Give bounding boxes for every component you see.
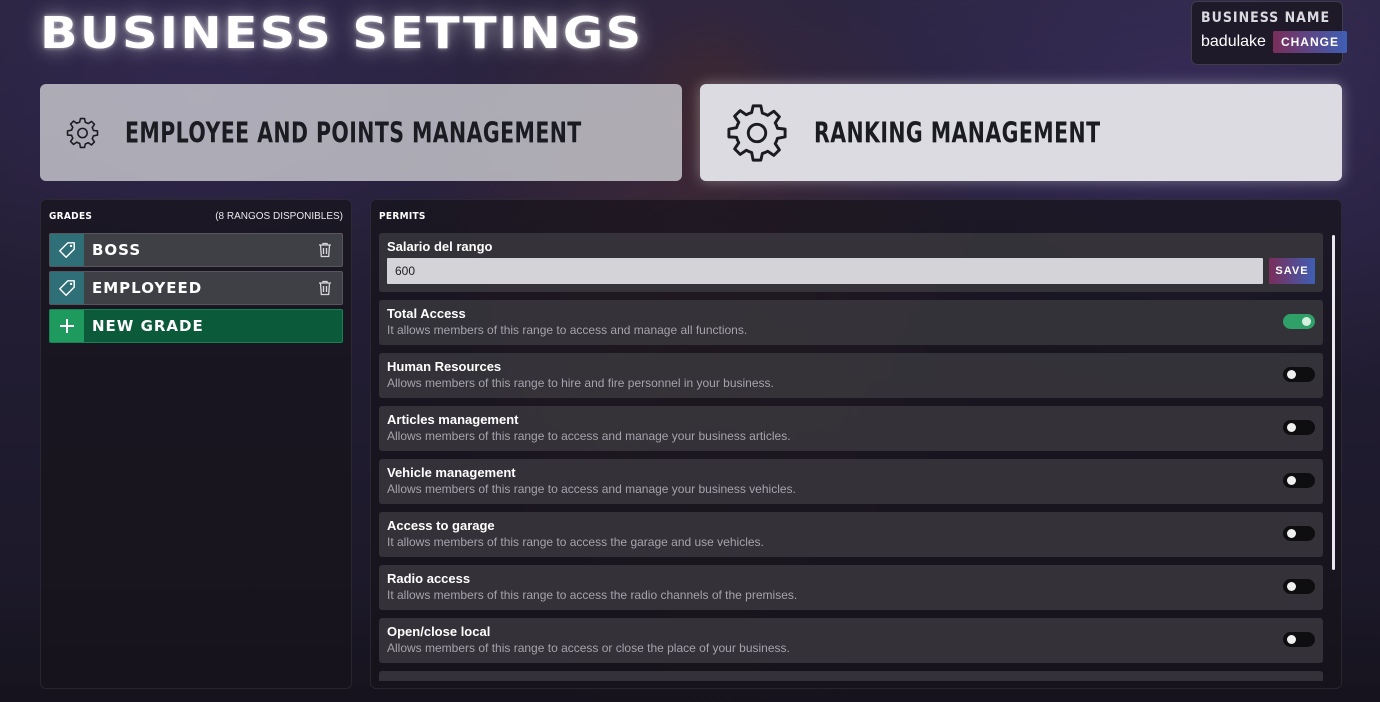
permit-title: Articles management <box>387 412 519 427</box>
permits-title: Permits <box>379 210 426 222</box>
permit-description: It allows members of this range to acces… <box>387 535 764 549</box>
grades-count: (8 rangos disponibles) <box>215 210 343 222</box>
tag-icon <box>50 272 84 304</box>
permit-title: Human Resources <box>387 359 502 374</box>
tab-employee-points[interactable]: Employee and points management <box>40 84 682 181</box>
trash-icon[interactable] <box>308 280 342 296</box>
salary-label: Salario del rango <box>387 239 493 254</box>
permit-description: Allows members of this range to access o… <box>387 641 790 655</box>
permit-toggle[interactable] <box>1283 473 1315 488</box>
change-button[interactable]: Change <box>1272 31 1347 53</box>
permit-toggle[interactable] <box>1283 579 1315 594</box>
permit-total-access: Total Access It allows members of this r… <box>379 300 1323 345</box>
business-name-value: badulake <box>1201 33 1266 50</box>
toggle-knob <box>1287 370 1296 379</box>
permit-access-garage: Access to garage It allows members of th… <box>379 512 1323 557</box>
permit-title: Vehicle management <box>387 465 516 480</box>
grade-item-boss[interactable]: Boss <box>49 233 343 267</box>
permit-toggle[interactable] <box>1283 632 1315 647</box>
salary-row: Salario del rango Save <box>379 233 1323 292</box>
grades-panel: Grades (8 rangos disponibles) Boss Emplo… <box>40 199 352 689</box>
save-button[interactable]: Save <box>1269 258 1315 284</box>
permits-panel: Permits Salario del rango Save Total Acc… <box>370 199 1342 689</box>
permit-toggle[interactable] <box>1283 420 1315 435</box>
grade-item-label: Boss <box>92 241 142 259</box>
tab-employee-points-label: Employee and points management <box>125 115 582 150</box>
permit-articles-management: Articles management Allows members of th… <box>379 406 1323 451</box>
permit-toggle[interactable] <box>1283 367 1315 382</box>
permit-open-close-local: Open/close local Allows members of this … <box>379 618 1323 663</box>
permit-description: It allows members of this range to acces… <box>387 323 748 337</box>
grade-item-label: Employeed <box>92 279 203 297</box>
grade-item-employeed[interactable]: Employeed <box>49 271 343 305</box>
permit-title: Radio access <box>387 571 471 586</box>
permit-vehicle-management: Vehicle management Allows members of thi… <box>379 459 1323 504</box>
business-name-card: Business name badulake Change <box>1191 1 1347 65</box>
trash-icon[interactable] <box>308 242 342 258</box>
permit-radio-access: Radio access It allows members of this r… <box>379 565 1323 610</box>
plus-icon <box>50 310 84 342</box>
tab-ranking-label: Ranking management <box>814 115 1101 150</box>
toggle-knob <box>1302 317 1311 326</box>
permit-title: Access to garage <box>387 518 495 533</box>
permit-description: Allows members of this range to access a… <box>387 482 796 496</box>
salary-input[interactable] <box>387 258 1263 284</box>
toggle-knob <box>1287 476 1296 485</box>
gear-icon <box>66 117 99 148</box>
permit-description: Allows members of this range to hire and… <box>387 376 774 390</box>
permit-title: Total Access <box>387 306 466 321</box>
gear-icon <box>727 103 787 162</box>
tag-icon <box>50 234 84 266</box>
tab-ranking[interactable]: Ranking management <box>700 84 1342 181</box>
permit-toggle[interactable] <box>1283 526 1315 541</box>
business-name-title: Business name <box>1201 10 1331 26</box>
toggle-knob <box>1287 582 1296 591</box>
toggle-knob <box>1287 635 1296 644</box>
permit-row-partial <box>379 671 1323 681</box>
new-grade-label: New grade <box>92 317 204 335</box>
grades-title: Grades <box>49 210 93 222</box>
toggle-knob <box>1287 529 1296 538</box>
permit-description: It allows members of this range to acces… <box>387 588 798 602</box>
new-grade-button[interactable]: New grade <box>49 309 343 343</box>
permit-title: Open/close local <box>387 624 491 639</box>
permit-human-resources: Human Resources Allows members of this r… <box>379 353 1323 398</box>
grade-list: Boss Employeed New grade <box>49 233 343 343</box>
permit-description: Allows members of this range to access a… <box>387 429 791 443</box>
permit-list: Salario del rango Save Total Access It a… <box>379 233 1323 681</box>
page-title: Business settings <box>40 8 644 59</box>
permit-toggle[interactable] <box>1283 314 1315 329</box>
toggle-knob <box>1287 423 1296 432</box>
permits-scrollbar[interactable] <box>1332 235 1335 570</box>
